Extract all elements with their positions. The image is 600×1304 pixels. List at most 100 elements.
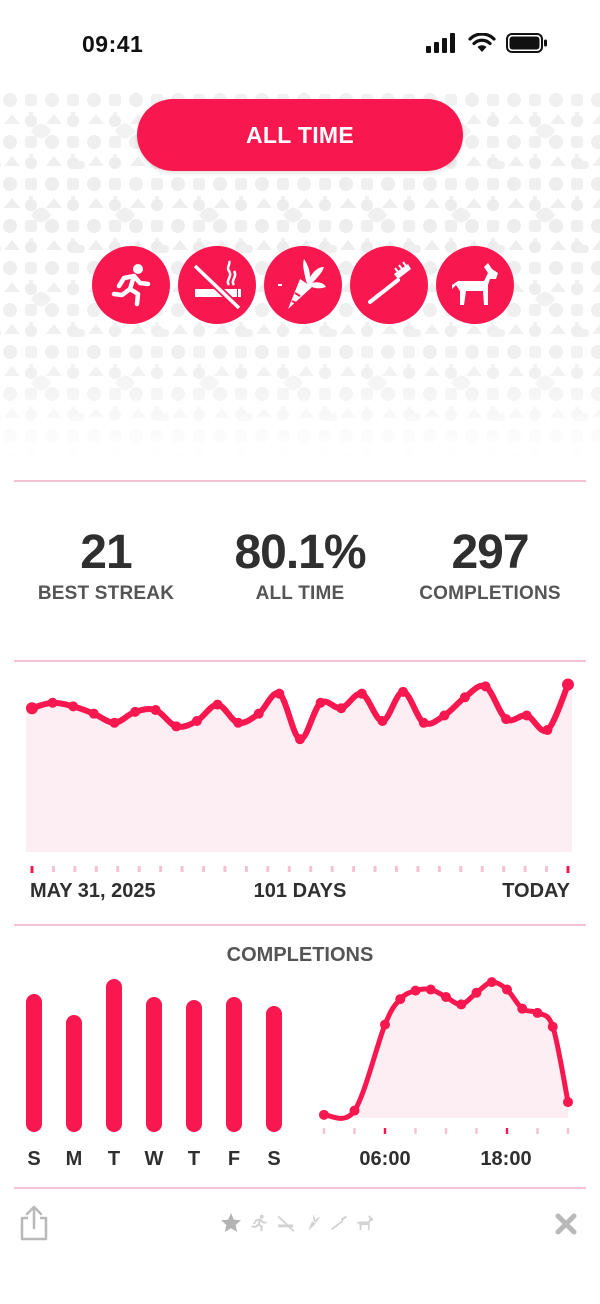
best-streak-value: 21 xyxy=(80,526,132,579)
hourly-point xyxy=(380,1019,390,1030)
habit-selector-row xyxy=(92,246,514,324)
hour-label-06: 06:00 xyxy=(359,1148,411,1170)
timeline-point xyxy=(171,721,182,732)
timeline-point xyxy=(542,725,553,736)
star-icon[interactable] xyxy=(220,1212,242,1234)
toothbrush-icon xyxy=(368,261,411,304)
hourly-tick xyxy=(475,1128,478,1134)
timeline-start-label: MAY 31, 2025 xyxy=(30,880,156,902)
timeline-point xyxy=(377,715,388,726)
timeline-point xyxy=(253,708,264,719)
habit-toothbrush-button[interactable] xyxy=(350,246,428,324)
hourly-tick xyxy=(505,1128,509,1134)
timeline-tick xyxy=(116,866,120,872)
dog-icon[interactable] xyxy=(356,1214,374,1232)
weekday-label: T xyxy=(107,1148,121,1170)
hourly-point xyxy=(517,1003,528,1014)
hourly-point xyxy=(349,1105,360,1116)
hourly-point xyxy=(319,1109,329,1120)
timeline-tick xyxy=(352,866,356,872)
timeline-tick xyxy=(502,866,506,872)
hourly-tick xyxy=(383,1128,387,1134)
timeline-tick xyxy=(180,866,184,872)
hourly-point xyxy=(395,994,406,1005)
timeline-point xyxy=(130,706,141,717)
no-smoking-icon[interactable] xyxy=(276,1214,296,1232)
close-icon[interactable] xyxy=(554,1212,578,1236)
all-time-label: ALL TIME xyxy=(255,583,345,604)
timeline-point xyxy=(26,702,38,715)
dog-icon xyxy=(452,263,498,305)
running-person-icon[interactable] xyxy=(250,1214,268,1232)
weekday-label: F xyxy=(227,1148,241,1170)
hourly-point xyxy=(502,984,512,995)
timeline-point xyxy=(212,699,223,710)
hourly-completions-chart xyxy=(319,977,573,1134)
no-smoking-icon xyxy=(192,260,242,310)
timeline-end-label: TODAY xyxy=(502,880,570,902)
status-icons xyxy=(426,33,548,53)
hourly-point xyxy=(547,1021,558,1032)
weekday-bar xyxy=(186,1000,202,1132)
divider-top xyxy=(14,480,586,482)
hourly-point xyxy=(410,985,421,996)
hourly-tick xyxy=(566,1128,570,1134)
habit-running-button[interactable] xyxy=(92,246,170,324)
hourly-point xyxy=(471,987,482,998)
hourly-tick xyxy=(444,1128,448,1134)
hour-label-18: 18:00 xyxy=(480,1148,532,1170)
timeline-span-label: 101 DAYS xyxy=(253,880,347,902)
all-time-value: 80.1% xyxy=(234,526,366,579)
weekday-bar xyxy=(266,1006,282,1132)
completions-value: 297 xyxy=(451,526,529,579)
timeline-tick xyxy=(480,866,484,872)
completion-rate-timeline-chart xyxy=(26,678,574,873)
timeline-point xyxy=(418,717,429,728)
timeline-point xyxy=(562,678,574,691)
timeline-point xyxy=(295,734,305,745)
hourly-tick xyxy=(536,1128,539,1134)
timeline-point xyxy=(233,717,244,728)
habit-dog-button[interactable] xyxy=(436,246,514,324)
weekday-label: S xyxy=(27,1148,41,1170)
habit-no-smoking-button[interactable] xyxy=(178,246,256,324)
habit-carrot-button[interactable] xyxy=(264,246,342,324)
best-streak-label: BEST STREAK xyxy=(37,583,175,604)
hourly-point xyxy=(441,991,451,1002)
timeline-point xyxy=(191,715,202,726)
toothbrush-icon[interactable] xyxy=(330,1214,348,1232)
timeline-tick xyxy=(223,866,227,872)
status-bar: 09:41 xyxy=(0,0,600,90)
timeline-tick xyxy=(159,866,163,872)
timeline-point xyxy=(47,697,58,708)
hourly-tick xyxy=(353,1128,356,1134)
timeline-tick xyxy=(309,866,313,872)
timeline-point xyxy=(439,710,450,721)
weekday-completions-bar-chart xyxy=(26,979,282,1132)
timeline-point xyxy=(459,692,470,703)
wifi-icon xyxy=(468,33,496,52)
divider-timeline xyxy=(14,924,586,926)
timeline-tick xyxy=(244,866,248,872)
timeline-point xyxy=(480,681,491,692)
hourly-tick xyxy=(322,1128,326,1134)
hourly-tick xyxy=(414,1128,417,1134)
timeline-tick xyxy=(459,866,463,872)
period-selector-button[interactable]: ALL TIME xyxy=(137,99,463,171)
timeline-area-fill xyxy=(26,684,572,852)
cellular-signal-icon xyxy=(426,33,455,53)
timeline-point xyxy=(88,708,99,719)
weekday-bar xyxy=(106,979,122,1132)
timeline-point xyxy=(150,705,161,716)
timeline-tick xyxy=(94,866,98,872)
carrot-icon[interactable] xyxy=(304,1214,322,1232)
timeline-tick xyxy=(566,866,570,873)
share-icon[interactable] xyxy=(18,1204,50,1242)
timeline-point xyxy=(501,714,512,725)
weekday-label: T xyxy=(187,1148,201,1170)
battery-icon xyxy=(506,33,547,53)
timeline-point xyxy=(398,686,409,697)
timeline-tick xyxy=(287,866,291,872)
timeline-point xyxy=(336,703,347,714)
stat-best-streak: 21 BEST STREAK xyxy=(6,525,206,605)
